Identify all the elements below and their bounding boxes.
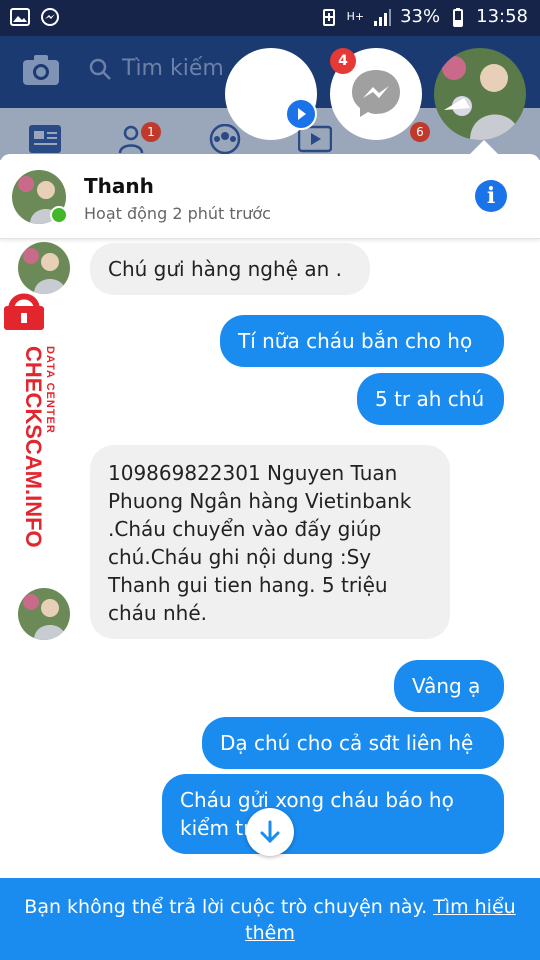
online-indicator (50, 206, 68, 224)
sender-avatar[interactable] (18, 588, 70, 640)
reply-disabled-banner: Bạn không thể trả lời cuộc trò chuyện nà… (0, 878, 540, 960)
contact-name[interactable]: Thanh (84, 174, 154, 198)
battery-saver-icon (322, 8, 335, 26)
battery-icon (453, 7, 464, 27)
reply-disabled-notice: Bạn không thể trả lời cuộc trò chuyện nà… (24, 896, 428, 918)
play-icon (285, 98, 317, 130)
friends-badge: 1 (141, 122, 161, 142)
message-bubble[interactable]: Tí nữa cháu bắn cho họ (220, 315, 504, 367)
news-feed-icon (29, 125, 61, 153)
battery-percent: 33% (400, 6, 441, 27)
clock: 13:58 (476, 6, 528, 27)
chat-head-video[interactable] (225, 48, 317, 140)
sender-avatar[interactable] (18, 242, 70, 294)
message-bubble[interactable]: 109869822301 Nguyen Tuan Phuong Ngân hàn… (90, 445, 450, 639)
checkscam-watermark: CHECKSCAM.INFO DATA CENTER (4, 293, 56, 548)
watermark-brand: CHECKSCAM.INFO (21, 346, 46, 548)
messenger-notification-icon (41, 8, 59, 26)
message-bubble[interactable]: Chú gưi hàng nghệ an . (90, 243, 370, 295)
panel-caret (470, 140, 498, 154)
gallery-notification-icon (10, 8, 30, 26)
search-icon (89, 58, 111, 80)
chat-head-messenger[interactable]: 4 (330, 48, 422, 140)
network-type: H+ (346, 10, 365, 23)
search-placeholder: Tìm kiếm (122, 56, 224, 81)
signal-icon (374, 8, 392, 26)
groups-icon (209, 124, 241, 154)
scroll-to-bottom-button[interactable] (246, 808, 294, 856)
message-bubble[interactable]: 5 tr ah chú (357, 373, 504, 425)
messenger-badge: 4 (330, 48, 356, 74)
info-icon: i (486, 183, 496, 209)
info-button[interactable]: i (475, 180, 507, 212)
message-bubble[interactable]: Cháu gửi xong cháu báo họ kiểm tra (162, 774, 504, 854)
chat-header: Thanh Hoạt động 2 phút trước i (0, 154, 540, 239)
arrow-down-icon (260, 820, 280, 844)
watermark-sub: DATA CENTER (44, 346, 56, 434)
contact-status: Hoạt động 2 phút trước (84, 204, 271, 223)
facebook-search: Tìm kiếm (88, 56, 224, 81)
status-bar: H+ 33% 13:58 (0, 0, 540, 36)
contact-photo (434, 48, 526, 140)
message-bubble[interactable]: Dạ chú cho cả sđt liên hệ (202, 717, 504, 769)
message-bubble[interactable]: Vâng ạ (394, 660, 504, 712)
chat-head-contact[interactable] (434, 48, 526, 140)
camera-icon (23, 55, 59, 85)
